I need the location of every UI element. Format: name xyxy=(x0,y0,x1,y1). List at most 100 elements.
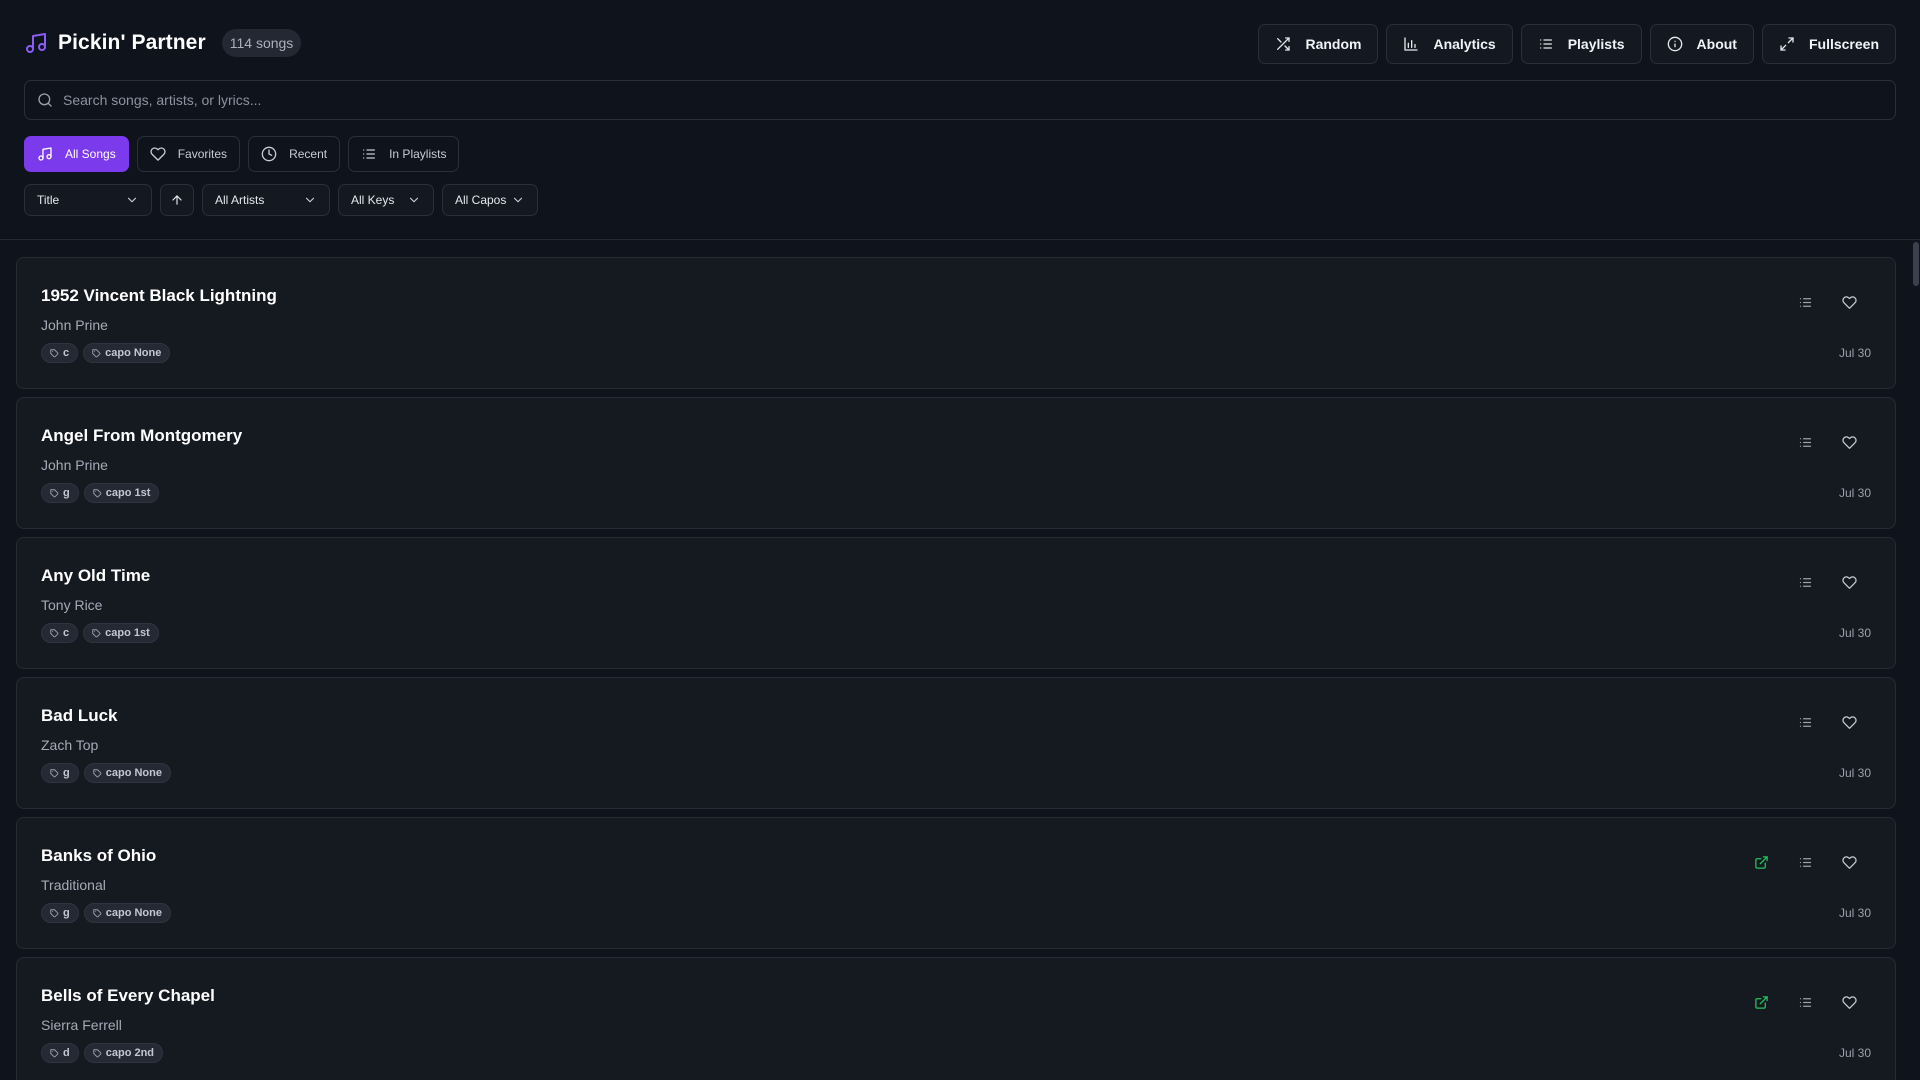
card-actions xyxy=(1739,848,1871,876)
add-to-playlist-button[interactable] xyxy=(1783,288,1827,316)
song-date: Jul 30 xyxy=(1838,346,1871,360)
song-artist: John Prine xyxy=(41,317,108,333)
list-icon xyxy=(1798,295,1813,310)
about-button-label: About xyxy=(1696,36,1737,52)
capo-tag-label: capo 2nd xyxy=(105,1047,155,1059)
key-tag: c xyxy=(41,343,79,363)
tab-label: Favorites xyxy=(177,147,228,161)
favorite-button[interactable] xyxy=(1827,708,1871,736)
info-icon xyxy=(1667,36,1683,52)
fullscreen-button[interactable]: Fullscreen xyxy=(1761,24,1896,64)
capo-filter-select[interactable]: All Capos xyxy=(442,184,538,216)
song-card[interactable]: Bells of Every Chapel Sierra Ferrell d c… xyxy=(16,957,1896,1080)
tab-label: In Playlists xyxy=(389,147,447,161)
song-tags: d capo 2nd xyxy=(41,1043,164,1063)
sort-direction-button[interactable] xyxy=(160,184,194,216)
song-date: Jul 30 xyxy=(1838,486,1871,500)
capo-tag-label: capo None xyxy=(105,767,162,779)
search-input[interactable] xyxy=(63,92,1883,108)
card-actions xyxy=(1739,428,1871,456)
song-card[interactable]: Bad Luck Zach Top g capo None Jul 30 xyxy=(16,677,1896,809)
external-link-icon xyxy=(1754,855,1769,870)
random-button[interactable]: Random xyxy=(1258,24,1379,64)
key-tag: g xyxy=(41,903,79,923)
song-card[interactable]: Any Old Time Tony Rice c capo 1st Jul 30 xyxy=(16,537,1896,669)
random-button-label: Random xyxy=(1305,36,1362,52)
add-to-playlist-button[interactable] xyxy=(1783,428,1827,456)
capo-tag: capo None xyxy=(83,903,171,923)
song-card[interactable]: Banks of Ohio Traditional g capo None Ju… xyxy=(16,817,1896,949)
sort-field-select[interactable]: Title xyxy=(24,184,152,216)
heart-icon xyxy=(1841,435,1857,450)
capo-tag: capo None xyxy=(83,763,171,783)
song-tags: g capo None xyxy=(41,903,171,923)
arrow-up-icon xyxy=(170,193,184,207)
add-to-playlist-button[interactable] xyxy=(1783,848,1827,876)
playlists-button[interactable]: Playlists xyxy=(1520,24,1642,64)
tag-icon xyxy=(93,488,102,498)
key-tag-label: g xyxy=(63,907,70,919)
artist-filter-select[interactable]: All Artists xyxy=(202,184,330,216)
tag-icon xyxy=(50,348,59,358)
tag-icon xyxy=(50,1048,59,1058)
expand-icon xyxy=(1779,36,1795,52)
tag-icon xyxy=(93,1048,102,1058)
sort-field-value: Title xyxy=(37,193,60,207)
song-card[interactable]: 1952 Vincent Black Lightning John Prine … xyxy=(16,257,1896,389)
tag-icon xyxy=(92,628,101,638)
tab-label: All Songs xyxy=(65,147,116,161)
favorite-button[interactable] xyxy=(1827,988,1871,1016)
list-icon xyxy=(1798,715,1813,730)
tab-in-playlists[interactable]: In Playlists xyxy=(348,136,460,172)
key-filter-select[interactable]: All Keys xyxy=(338,184,434,216)
chevron-down-icon xyxy=(511,193,525,207)
heart-icon xyxy=(1841,575,1857,590)
tab-recent[interactable]: Recent xyxy=(248,136,341,172)
add-to-playlist-button[interactable] xyxy=(1783,708,1827,736)
search-bar xyxy=(24,80,1896,120)
heart-icon xyxy=(1841,295,1857,310)
shuffle-icon xyxy=(1275,36,1291,52)
song-tags: g capo 1st xyxy=(41,483,160,503)
song-title[interactable]: 1952 Vincent Black Lightning xyxy=(41,286,277,306)
open-link-button[interactable] xyxy=(1739,988,1783,1016)
heart-icon xyxy=(1841,855,1857,870)
song-title[interactable]: Bad Luck xyxy=(41,706,118,726)
song-tags: c capo 1st xyxy=(41,623,159,643)
music-note-icon xyxy=(37,146,53,162)
scrollbar[interactable] xyxy=(1912,242,1920,1080)
scrollbar-thumb[interactable] xyxy=(1913,242,1919,286)
song-title[interactable]: Angel From Montgomery xyxy=(41,426,242,446)
list-icon xyxy=(361,146,377,162)
tab-all-songs[interactable]: All Songs xyxy=(24,136,129,172)
heart-icon xyxy=(150,146,166,162)
song-card[interactable]: Angel From Montgomery John Prine g capo … xyxy=(16,397,1896,529)
song-date: Jul 30 xyxy=(1838,766,1871,780)
song-title[interactable]: Banks of Ohio xyxy=(41,846,156,866)
favorite-button[interactable] xyxy=(1827,288,1871,316)
add-to-playlist-button[interactable] xyxy=(1783,568,1827,596)
favorite-button[interactable] xyxy=(1827,428,1871,456)
playlists-button-label: Playlists xyxy=(1567,36,1625,52)
open-link-button[interactable] xyxy=(1739,848,1783,876)
song-date: Jul 30 xyxy=(1838,1046,1871,1060)
app-title: Pickin' Partner xyxy=(58,31,206,54)
list-icon xyxy=(1538,36,1554,52)
about-button[interactable]: About xyxy=(1649,24,1754,64)
key-tag-label: g xyxy=(63,767,70,779)
tag-icon xyxy=(50,768,59,778)
key-tag-label: c xyxy=(63,627,70,639)
favorite-button[interactable] xyxy=(1827,848,1871,876)
analytics-button[interactable]: Analytics xyxy=(1386,24,1513,64)
song-title[interactable]: Bells of Every Chapel xyxy=(41,986,215,1006)
list-icon xyxy=(1798,995,1813,1010)
tab-favorites[interactable]: Favorites xyxy=(136,136,241,172)
capo-tag-label: capo 1st xyxy=(105,487,151,499)
add-to-playlist-button[interactable] xyxy=(1783,988,1827,1016)
key-tag-label: g xyxy=(63,487,70,499)
capo-filter-value: All Capos xyxy=(455,193,507,207)
card-actions xyxy=(1739,568,1871,596)
sort-filter-row: Title All Artists All Keys All Capos xyxy=(24,184,538,216)
favorite-button[interactable] xyxy=(1827,568,1871,596)
song-title[interactable]: Any Old Time xyxy=(41,566,150,586)
